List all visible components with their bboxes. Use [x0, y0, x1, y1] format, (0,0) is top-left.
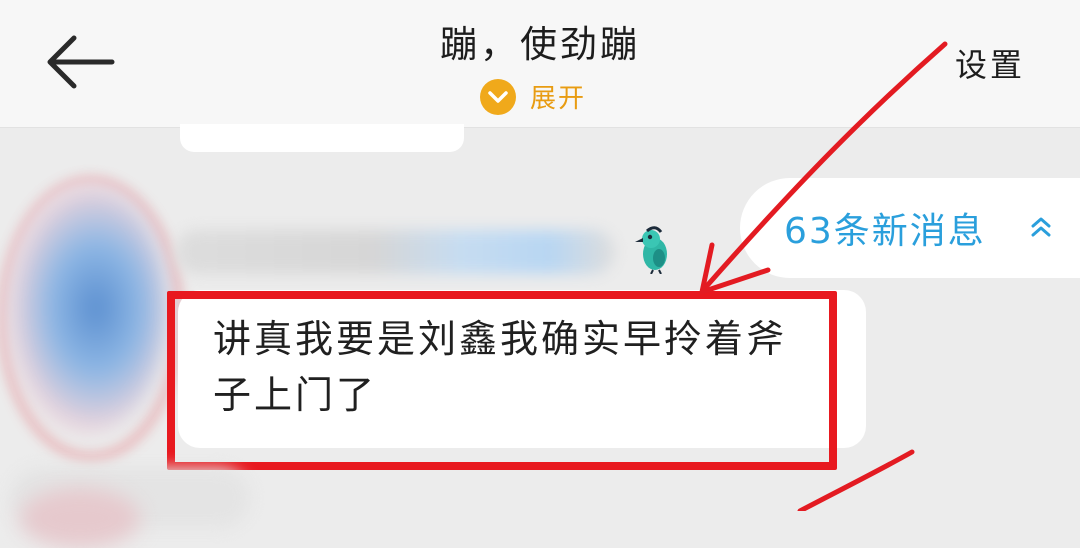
chat-header: 蹦，使劲蹦 展开 设置 [0, 0, 1080, 128]
expand-button[interactable]: 展开 [480, 78, 586, 115]
avatar[interactable] [8, 183, 168, 433]
sender-name-blurred [175, 230, 615, 274]
expand-label: 展开 [530, 84, 587, 114]
chat-area[interactable]: 讲真我要是刘鑫我确实早拎着斧子上门了 63条新消息 [0, 124, 1080, 548]
group-title: 蹦，使劲蹦 [440, 23, 640, 66]
settings-annotation: 设置 [955, 46, 1026, 84]
chevron-down-circle-icon [480, 78, 516, 115]
next-avatar-blurred [20, 488, 140, 548]
message-text: 讲真我要是刘鑫我确实早拎着斧子上门了 [213, 317, 788, 417]
new-messages-label: 63条新消息 [784, 211, 986, 252]
bird-icon [635, 226, 667, 274]
new-messages-button[interactable]: 63条新消息 [740, 178, 1080, 278]
double-chevron-up-icon [1031, 217, 1051, 237]
previous-message-bubble [180, 124, 464, 152]
